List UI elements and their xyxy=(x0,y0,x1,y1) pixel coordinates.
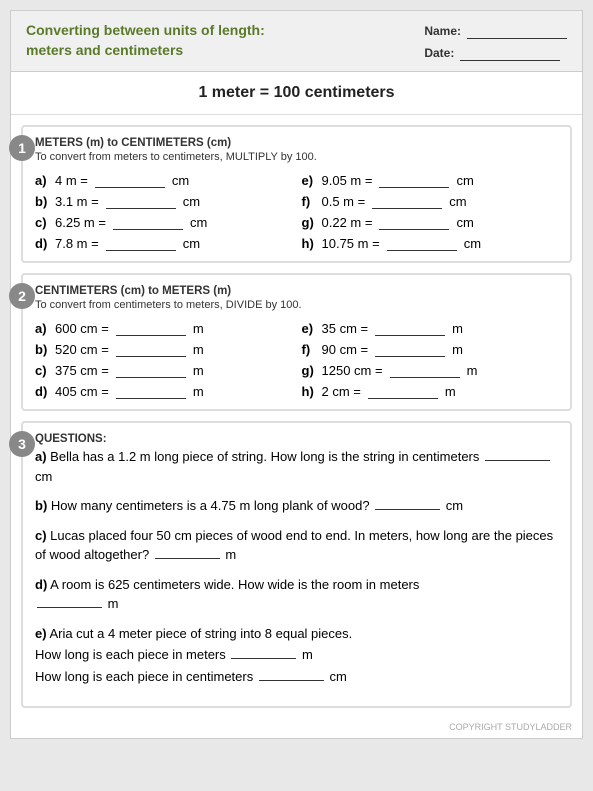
answer-d1[interactable] xyxy=(106,237,176,251)
key-fact: 1 meter = 100 centimeters xyxy=(11,72,582,115)
problem-f2: f) 90 cm = m xyxy=(302,342,559,357)
date-input[interactable] xyxy=(460,45,560,61)
answer-e2[interactable] xyxy=(375,322,445,336)
title-line1: Converting between units of length: xyxy=(26,22,265,38)
answer-qe1[interactable] xyxy=(231,645,296,659)
answer-c2[interactable] xyxy=(116,364,186,378)
section-1-problems: a) 4 m = cm e) 9.05 m = cm b) 3.1 m = cm… xyxy=(35,173,558,251)
answer-c1[interactable] xyxy=(113,216,183,230)
problem-g2: g) 1250 cm = m xyxy=(302,363,559,378)
problem-h2: h) 2 cm = m xyxy=(302,384,559,399)
copyright-text: COPYRIGHT STUDYLADDER xyxy=(449,722,572,732)
problem-e2: e) 35 cm = m xyxy=(302,321,559,336)
answer-e1[interactable] xyxy=(379,174,449,188)
answer-qe2[interactable] xyxy=(259,667,324,681)
name-label: Name: xyxy=(424,24,461,38)
section-2-problems: a) 600 cm = m e) 35 cm = m b) 520 cm = m… xyxy=(35,321,558,399)
answer-g2[interactable] xyxy=(390,364,460,378)
answer-qc[interactable] xyxy=(155,545,220,559)
answer-a2[interactable] xyxy=(116,322,186,336)
section-2-number: 2 xyxy=(9,283,35,309)
date-field: Date: xyxy=(424,45,567,61)
problem-a2: a) 600 cm = m xyxy=(35,321,292,336)
answer-f1[interactable] xyxy=(372,195,442,209)
problem-a1: a) 4 m = cm xyxy=(35,173,292,188)
question-a: a) Bella has a 1.2 m long piece of strin… xyxy=(35,447,558,486)
section-3: 3 QUESTIONS: a) Bella has a 1.2 m long p… xyxy=(21,421,572,708)
section-2-subtitle: To convert from centimeters to meters, D… xyxy=(35,299,558,311)
problem-d2: d) 405 cm = m xyxy=(35,384,292,399)
question-e: e) Aria cut a 4 meter piece of string in… xyxy=(35,624,558,687)
problem-g1: g) 0.22 m = cm xyxy=(302,215,559,230)
header: Converting between units of length: mete… xyxy=(11,11,582,72)
section-1-subtitle: To convert from meters to centimeters, M… xyxy=(35,151,558,163)
answer-qd[interactable] xyxy=(37,594,102,608)
answer-h2[interactable] xyxy=(368,385,438,399)
name-field: Name: xyxy=(424,23,567,39)
section-3-title: QUESTIONS: xyxy=(35,433,558,445)
copyright: COPYRIGHT STUDYLADDER xyxy=(11,718,582,738)
page: Converting between units of length: mete… xyxy=(10,10,583,739)
problem-e1: e) 9.05 m = cm xyxy=(302,173,559,188)
header-fields: Name: Date: xyxy=(424,23,567,61)
section-2: 2 CENTIMETERS (cm) to METERS (m) To conv… xyxy=(21,273,572,411)
question-d: d) A room is 625 centimeters wide. How w… xyxy=(35,575,558,614)
name-input[interactable] xyxy=(467,23,567,39)
header-title: Converting between units of length: mete… xyxy=(26,21,265,60)
question-b: b) How many centimeters is a 4.75 m long… xyxy=(35,496,558,516)
answer-b1[interactable] xyxy=(106,195,176,209)
problem-f1: f) 0.5 m = cm xyxy=(302,194,559,209)
answer-a1[interactable] xyxy=(95,174,165,188)
title-line2: meters and centimeters xyxy=(26,42,183,58)
section-1-title: METERS (m) to CENTIMETERS (cm) xyxy=(35,137,558,149)
key-fact-text: 1 meter = 100 centimeters xyxy=(198,84,394,101)
section-3-number: 3 xyxy=(9,431,35,457)
answer-b2[interactable] xyxy=(116,343,186,357)
date-label: Date: xyxy=(424,46,454,60)
answer-qb[interactable] xyxy=(375,496,440,510)
problem-c1: c) 6.25 m = cm xyxy=(35,215,292,230)
problem-c2: c) 375 cm = m xyxy=(35,363,292,378)
answer-h1[interactable] xyxy=(387,237,457,251)
problem-b1: b) 3.1 m = cm xyxy=(35,194,292,209)
section-1: 1 METERS (m) to CENTIMETERS (cm) To conv… xyxy=(21,125,572,263)
answer-qa[interactable] xyxy=(485,447,550,461)
answer-f2[interactable] xyxy=(375,343,445,357)
question-c: c) Lucas placed four 50 cm pieces of woo… xyxy=(35,526,558,565)
answer-d2[interactable] xyxy=(116,385,186,399)
section-1-number: 1 xyxy=(9,135,35,161)
section-2-title: CENTIMETERS (cm) to METERS (m) xyxy=(35,285,558,297)
answer-g1[interactable] xyxy=(379,216,449,230)
problem-d1: d) 7.8 m = cm xyxy=(35,236,292,251)
problem-h1: h) 10.75 m = cm xyxy=(302,236,559,251)
problem-b2: b) 520 cm = m xyxy=(35,342,292,357)
